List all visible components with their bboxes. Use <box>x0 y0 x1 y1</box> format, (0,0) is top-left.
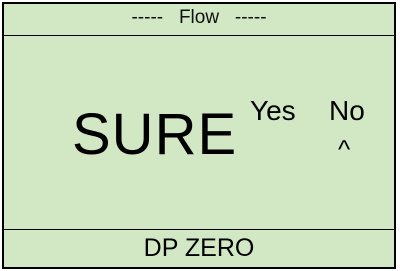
lcd-screen: ----- Flow ----- SURE Yes No ^ DP ZERO <box>2 2 396 269</box>
screen-header: ----- Flow ----- <box>4 4 394 36</box>
function-label: DP ZERO <box>143 234 255 262</box>
option-yes[interactable]: Yes <box>250 96 296 126</box>
screen-title: ----- Flow ----- <box>131 7 267 28</box>
confirm-area: SURE Yes No ^ <box>4 36 394 231</box>
selection-cursor-icon: ^ <box>338 134 351 164</box>
option-no[interactable]: No <box>329 96 365 126</box>
screen-footer: DP ZERO <box>4 229 394 267</box>
confirm-prompt: SURE <box>72 102 238 167</box>
